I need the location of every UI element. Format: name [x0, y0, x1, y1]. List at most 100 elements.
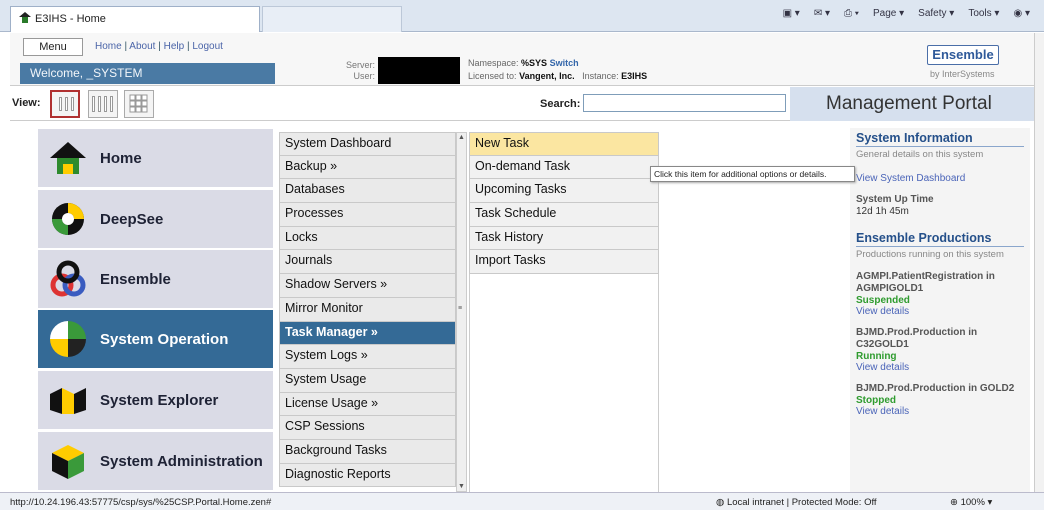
view-details-link[interactable]: View details	[856, 406, 1024, 417]
menu-item-import-tasks[interactable]: Import Tasks	[469, 250, 659, 275]
system-information-heading: System Information	[856, 131, 1024, 147]
browser-tab[interactable]: E3IHS - Home	[10, 6, 260, 32]
mail-icon[interactable]: ✉ ▾	[814, 8, 830, 19]
nav-home[interactable]: Home	[38, 129, 273, 187]
view-dashboard-link[interactable]: View System Dashboard	[856, 173, 1024, 184]
about-link[interactable]: About	[129, 41, 155, 52]
logout-link[interactable]: Logout	[192, 41, 223, 52]
menu-button[interactable]: Menu	[23, 38, 83, 56]
menu-item-locks[interactable]: Locks	[279, 226, 456, 251]
help-icon[interactable]: ◉ ▾	[1013, 8, 1030, 19]
menu-item-on-demand-task[interactable]: On-demand Task	[469, 155, 659, 180]
menu-item-backup[interactable]: Backup »	[279, 155, 456, 180]
menu-item-csp-sessions[interactable]: CSP Sessions	[279, 416, 456, 440]
production-name: BJMD.Prod.Production in C32GOLD1	[856, 327, 978, 350]
system-administration-icon	[48, 441, 88, 481]
uptime-value: 12d 1h 45m	[856, 206, 909, 217]
nav-system-administration[interactable]: System Administration	[38, 432, 273, 490]
view-columns-button[interactable]	[88, 90, 118, 118]
nav-system-operation[interactable]: System Operation	[38, 310, 273, 368]
scroll-grip-icon[interactable]: ≡	[458, 305, 462, 312]
help-link[interactable]: Help	[164, 41, 185, 52]
nav-ensemble[interactable]: Ensemble	[38, 250, 273, 308]
menu-item-processes[interactable]: Processes	[279, 203, 456, 227]
nav-deepsee[interactable]: DeepSee	[38, 190, 273, 248]
home-link[interactable]: Home	[95, 41, 122, 52]
scroll-up-icon[interactable]: ▲	[458, 134, 465, 141]
globe-icon: ◍	[716, 497, 725, 508]
switch-link[interactable]: Switch	[550, 58, 579, 68]
zoom-icon: ⊕	[950, 497, 958, 508]
license-line: Licensed to: Vangent, Inc. Instance: E3I…	[468, 71, 648, 81]
nav-label: System Administration	[100, 452, 263, 470]
production-status: Stopped	[856, 395, 896, 406]
menu-item-diagnostic-reports[interactable]: Diagnostic Reports	[279, 463, 456, 488]
view-single-column-button[interactable]	[50, 90, 80, 118]
user-label: User:	[353, 71, 375, 81]
page-menu[interactable]: Page ▾	[873, 8, 904, 19]
info-panel: System Information General details on th…	[850, 128, 1030, 494]
production-item: AGMPI.PatientRegistration in AGMPIGOLD1 …	[856, 271, 1024, 317]
ensemble-productions-desc: Productions running on this system	[856, 249, 1004, 260]
print-icon[interactable]: ⎙ ▾	[844, 8, 859, 19]
menu-scrollbar[interactable]: ▲ ≡ ▼	[456, 132, 467, 492]
view-details-link[interactable]: View details	[856, 306, 1024, 317]
nav-label: Home	[100, 149, 142, 167]
menu-item-task-manager[interactable]: Task Manager »	[279, 321, 456, 346]
status-bar: http://10.24.196.43:57775/csp/sys/%25CSP…	[0, 492, 1044, 510]
redacted-box	[378, 57, 460, 84]
menu-item-system-dashboard[interactable]: System Dashboard	[279, 132, 456, 156]
ensemble-icon	[48, 259, 88, 299]
view-bar: View: Search: Management Portal	[10, 87, 1034, 121]
nav-label: Ensemble	[100, 270, 171, 288]
zoom-control[interactable]: ⊕ 100% ▾	[950, 497, 992, 508]
logo-subtitle: by InterSystems	[930, 69, 995, 79]
welcome-banner: Welcome, _SYSTEM	[20, 63, 275, 84]
new-tab[interactable]	[262, 6, 402, 32]
menu-item-background-tasks[interactable]: Background Tasks	[279, 439, 456, 464]
tools-menu[interactable]: Tools ▾	[968, 8, 999, 19]
menu-item-license-usage[interactable]: License Usage »	[279, 392, 456, 417]
view-details-link[interactable]: View details	[856, 362, 1024, 373]
menu-item-databases[interactable]: Databases	[279, 179, 456, 204]
system-information-desc: General details on this system	[856, 149, 984, 160]
task-manager-menu: New Task On-demand Task Upcoming Tasks T…	[469, 132, 659, 275]
feeds-icon[interactable]: ▣ ▾	[783, 8, 800, 19]
portal-header: Menu Home | About | Help | Logout Welcom…	[10, 33, 1034, 86]
view-label: View:	[12, 97, 41, 109]
nav-label: System Explorer	[100, 391, 219, 409]
menu-item-task-history[interactable]: Task History	[469, 226, 659, 251]
production-item: BJMD.Prod.Production in GOLD2 Stopped Vi…	[856, 383, 1024, 417]
menu-item-task-schedule[interactable]: Task Schedule	[469, 203, 659, 227]
nav-system-explorer[interactable]: System Explorer	[38, 371, 273, 429]
menu-item-shadow-servers[interactable]: Shadow Servers »	[279, 274, 456, 298]
top-links: Home | About | Help | Logout	[95, 41, 223, 52]
production-name: BJMD.Prod.Production in GOLD2	[856, 383, 1015, 394]
tab-title: E3IHS - Home	[35, 13, 106, 25]
instance-value: E3IHS	[621, 71, 648, 81]
scroll-down-icon[interactable]: ▼	[458, 483, 465, 490]
tooltip: Click this item for additional options o…	[650, 166, 855, 182]
namespace-value: %SYS	[521, 58, 548, 68]
menu-item-system-usage[interactable]: System Usage	[279, 368, 456, 393]
nav-label: System Operation	[100, 330, 229, 348]
menu-item-new-task[interactable]: New Task	[469, 132, 659, 156]
deepsee-icon	[48, 199, 88, 239]
menu-item-system-logs[interactable]: System Logs »	[279, 345, 456, 369]
menu-item-upcoming-tasks[interactable]: Upcoming Tasks	[469, 179, 659, 204]
menu-item-journals[interactable]: Journals	[279, 250, 456, 275]
ensemble-logo: Ensemble	[927, 45, 999, 65]
menu-item-mirror-monitor[interactable]: Mirror Monitor	[279, 297, 456, 322]
page-scrollbar[interactable]	[1034, 33, 1044, 492]
command-bar: ▣ ▾ ✉ ▾ ⎙ ▾ Page ▾ Safety ▾ Tools ▾ ◉ ▾	[783, 8, 1030, 19]
grid-icon	[129, 94, 148, 113]
browser-tab-bar: E3IHS - Home ▣ ▾ ✉ ▾ ⎙ ▾ Page ▾ Safety ▾…	[0, 0, 1044, 32]
safety-menu[interactable]: Safety ▾	[918, 8, 954, 19]
status-zone: ◍ Local intranet | Protected Mode: Off	[716, 497, 877, 508]
system-operation-menu: System Dashboard Backup » Databases Proc…	[279, 132, 456, 488]
production-status: Suspended	[856, 295, 910, 306]
view-grid-button[interactable]	[124, 90, 154, 118]
home-icon	[48, 138, 88, 178]
search-input[interactable]	[583, 94, 786, 112]
status-url: http://10.24.196.43:57775/csp/sys/%25CSP…	[10, 497, 272, 508]
